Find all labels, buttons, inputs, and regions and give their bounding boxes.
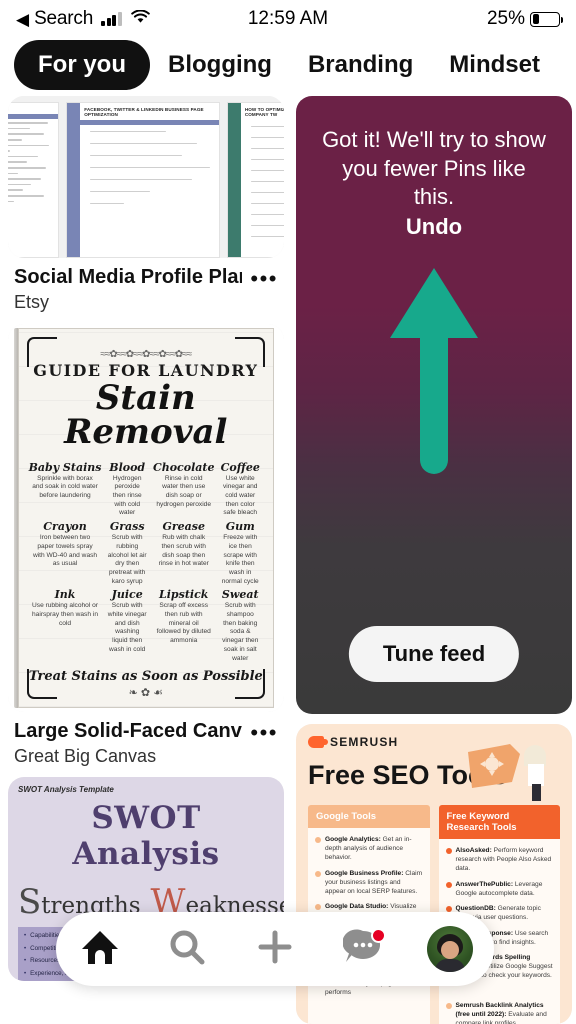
status-bar: ◀ Search 12:59 AM 25%: [0, 0, 576, 38]
checklist-sheets-graphic: BOOK PAGE: [8, 96, 284, 258]
nav-profile-button[interactable]: [419, 918, 481, 980]
stain-cell: Lipstick Scrap off excess then rub with m…: [156, 588, 211, 645]
pin-meta: Large Solid-Faced Canvas... ••• Great Bi…: [8, 712, 284, 768]
plus-icon: [256, 928, 294, 971]
nav-create-button[interactable]: [244, 918, 306, 980]
sheet-right: HOW TO OPTIMIZE YOUR COMPANY TW: [226, 102, 284, 258]
art-headline: Stain Removal: [64, 377, 228, 452]
pin-source[interactable]: Etsy: [14, 292, 278, 314]
stain-cell: Baby Stains Sprinkle with borax and soak …: [28, 460, 102, 499]
stain-cell: Grease Rub with chalk then scrub with dis…: [158, 520, 209, 568]
cellular-signal-icon: [101, 12, 122, 26]
feedback-message: Got it! We'll try to show you fewer Pins…: [322, 127, 546, 210]
wifi-icon: [130, 9, 150, 29]
avatar: [427, 926, 474, 972]
updates-badge: [370, 928, 386, 943]
search-icon: [168, 928, 206, 971]
tab-motivation[interactable]: Motiva: [558, 41, 576, 89]
pin-image[interactable]: ≈≈✿≈≈✿≈≈✿≈≈✿≈≈✿≈≈ GUIDE FOR LAUNDRY Stai…: [8, 323, 284, 712]
pin-card-laundry-stain-canvas[interactable]: ≈≈✿≈≈✿≈≈✿≈≈✿≈≈✿≈≈ GUIDE FOR LAUNDRY Stai…: [8, 323, 284, 768]
decorative-swirl: ❧ ✿ ☙: [128, 687, 163, 700]
stain-cell: Crayon Iron between two paper towels spra…: [32, 520, 98, 568]
art-footer: Treat Stains as Soon as Possible: [28, 669, 263, 685]
home-icon: [81, 929, 119, 970]
semrush-logo-icon: [308, 736, 328, 748]
pin-image[interactable]: BOOK PAGE: [8, 96, 284, 258]
semrush-brand-label: SEMRUSH: [330, 735, 399, 749]
pin-overflow-menu-icon[interactable]: •••: [250, 266, 278, 290]
tab-for-you[interactable]: For you: [14, 40, 150, 90]
tab-mindset[interactable]: Mindset: [431, 41, 558, 89]
swot-tag: SWOT Analysis Template: [18, 785, 114, 795]
sheet-center: FACEBOOK, TWITTER & LINKEDIN BUSINESS PA…: [66, 102, 220, 258]
stain-cell: Gum Freeze with ice then scrape with knif…: [221, 520, 259, 585]
sheet-left: BOOK PAGE: [8, 102, 60, 258]
decorative-sprig: ≈≈✿≈≈✿≈≈✿≈≈✿≈≈✿≈≈: [100, 348, 192, 360]
status-bar-left: ◀ Search: [16, 8, 150, 30]
feed-column-right: Got it! We'll try to show you fewer Pins…: [296, 96, 572, 1024]
up-arrow-icon: [386, 264, 482, 489]
semrush-left-header: Google Tools: [308, 805, 430, 828]
sheet-left-title: BOOK PAGE: [8, 103, 58, 114]
bottom-navigation-bar[interactable]: [56, 912, 494, 986]
stain-removal-chart-graphic: ≈≈✿≈≈✿≈≈✿≈≈✿≈≈✿≈≈ GUIDE FOR LAUNDRY Stai…: [8, 323, 284, 712]
battery-percent-label: 25%: [486, 8, 525, 29]
sheet-center-title: FACEBOOK, TWITTER & LINKEDIN BUSINESS PA…: [84, 107, 204, 118]
semrush-right-header: Free Keyword Research Tools: [438, 805, 560, 839]
feed-column-left: BOOK PAGE: [8, 96, 284, 1024]
pin-feed[interactable]: BOOK PAGE: [0, 96, 576, 1024]
back-arrow-icon[interactable]: ◀: [16, 11, 29, 28]
pinterest-app-screen: ◀ Search 12:59 AM 25% For you Blogging B…: [0, 0, 576, 1024]
stain-cell: Grass Scrub with rubbing alcohol let air …: [107, 520, 147, 585]
undo-button[interactable]: Undo: [406, 214, 462, 240]
battery-icon: [530, 11, 563, 27]
tab-branding[interactable]: Branding: [290, 41, 431, 89]
canvas-front-face: ≈≈✿≈≈✿≈≈✿≈≈✿≈≈✿≈≈ GUIDE FOR LAUNDRY Stai…: [17, 327, 274, 708]
stain-cell: Juice Scrub with white vinegar and dish w…: [107, 588, 147, 653]
stain-cell: Chocolate Rinse in cold water then use di…: [152, 460, 215, 508]
pin-title: Social Media Profile Plann...: [14, 266, 242, 288]
stain-cell: Sweat Scrub with shampoo then baking soda…: [221, 588, 259, 662]
stain-cell: Ink Use rubbing alcohol or hairspray then…: [32, 588, 98, 627]
stain-cell: Coffee Use white vinegar and cold water t…: [220, 460, 260, 517]
pin-card-social-media-planner[interactable]: BOOK PAGE: [8, 96, 284, 314]
semrush-illustration: [462, 736, 558, 804]
status-bar-back-label[interactable]: Search: [34, 8, 93, 30]
pin-source[interactable]: Great Big Canvas: [14, 746, 278, 768]
nav-updates-button[interactable]: [332, 918, 394, 980]
pin-meta: Social Media Profile Plann... ••• Etsy: [8, 258, 284, 314]
pin-feedback-card[interactable]: Got it! We'll try to show you fewer Pins…: [296, 96, 572, 714]
art-superhead: GUIDE FOR LAUNDRY: [33, 360, 259, 380]
pin-overflow-menu-icon[interactable]: •••: [250, 720, 278, 743]
nav-home-button[interactable]: [69, 918, 131, 980]
stain-grid: Baby Stains Sprinkle with borax and soak …: [26, 461, 266, 664]
category-tab-bar[interactable]: For you Blogging Branding Mindset Motiva: [0, 38, 576, 92]
nav-search-button[interactable]: [156, 918, 218, 980]
tab-blogging[interactable]: Blogging: [150, 41, 290, 89]
pin-title: Large Solid-Faced Canvas...: [14, 719, 242, 742]
tune-feed-button[interactable]: Tune feed: [348, 626, 520, 682]
status-bar-right: 25%: [486, 8, 563, 30]
swot-title: SWOT Analysis: [72, 800, 220, 873]
stain-cell: Blood Hydrogen peroxide then rinse with c…: [109, 460, 146, 517]
